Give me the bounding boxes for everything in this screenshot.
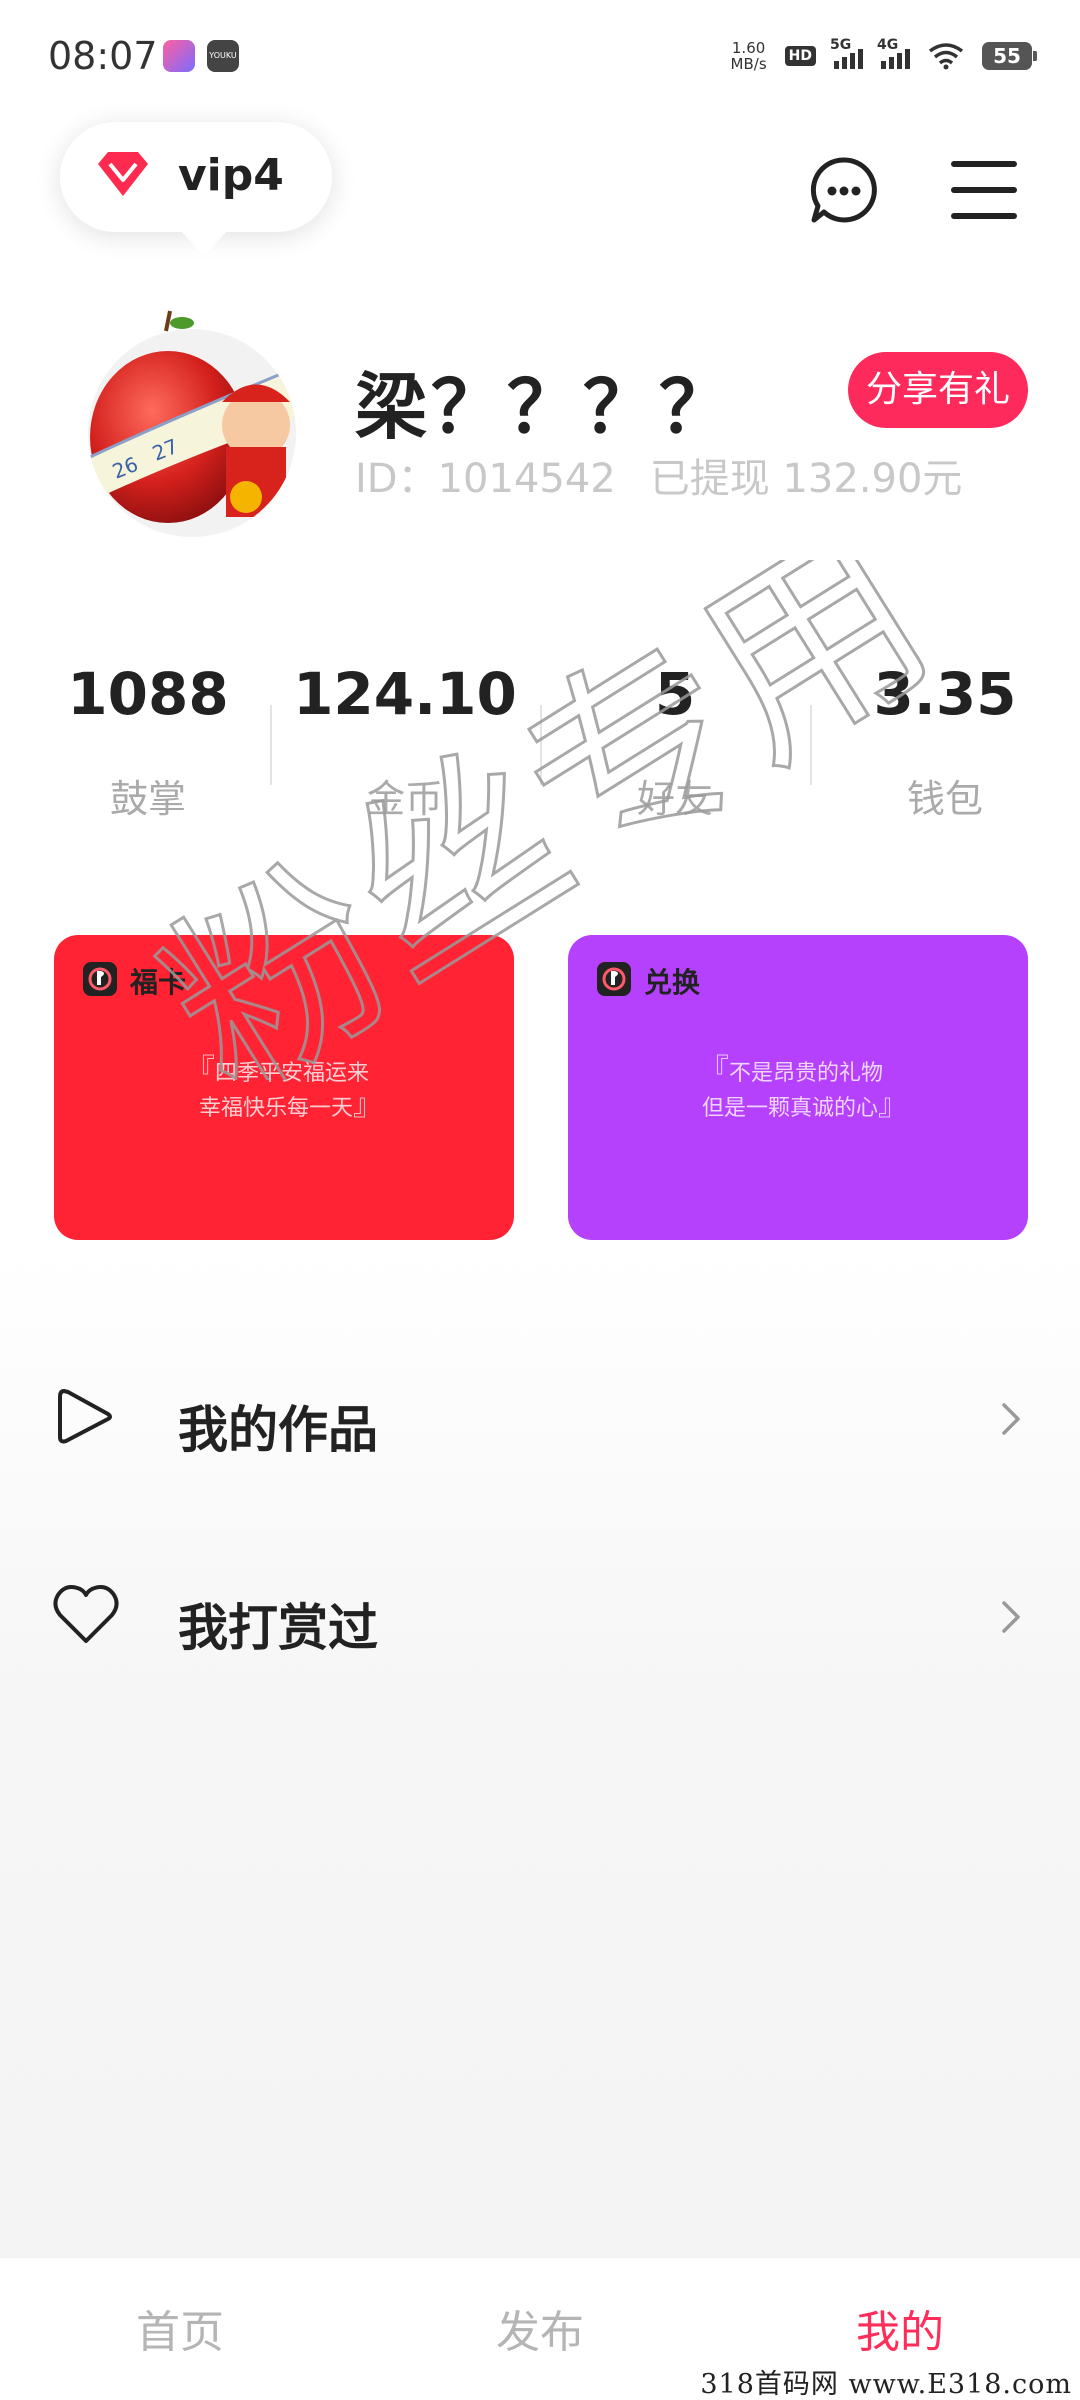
chevron-right-icon xyxy=(1002,1601,1020,1633)
stat-value: 3.35 xyxy=(873,660,1017,728)
message-icon[interactable] xyxy=(808,154,880,226)
app-logo-icon xyxy=(83,962,117,996)
battery-icon: 55 xyxy=(982,42,1037,70)
play-icon xyxy=(58,1389,112,1444)
heart-icon xyxy=(53,1585,119,1643)
youku-notification-icon: YOUKU xyxy=(207,40,239,72)
status-bar: 08:07 YOUKU 1.60 MB/s HD 5G 4G 55 xyxy=(0,0,1080,110)
stat-friends[interactable]: 5 好友 xyxy=(540,660,810,823)
card-title: 福卡 xyxy=(130,966,187,999)
stat-applause[interactable]: 1088 鼓掌 xyxy=(13,660,283,823)
app-notification-icon xyxy=(163,40,195,72)
vip-level-label: vip4 xyxy=(178,150,284,201)
signal-4g-icon: 4G xyxy=(877,37,910,69)
menu-label: 我打赏过 xyxy=(178,1599,378,1657)
user-id: ID：1014542 xyxy=(355,456,616,502)
avatar[interactable]: 26 27 xyxy=(86,307,298,539)
card-quote: 『不是昂贵的礼物 但是一颗真诚的心』 xyxy=(698,1053,908,1123)
user-meta: ID：1014542 已提现 132.90元 xyxy=(355,446,962,504)
card-title: 兑换 xyxy=(644,966,701,999)
stat-label: 鼓掌 xyxy=(109,777,186,821)
stat-value: 1088 xyxy=(67,660,229,728)
stat-label: 钱包 xyxy=(906,777,983,821)
stat-value: 5 xyxy=(654,660,696,728)
tab-mine[interactable]: 我的 xyxy=(780,2296,1020,2360)
menu-label: 我的作品 xyxy=(178,1401,378,1459)
diamond-icon xyxy=(98,152,148,196)
app-logo-icon xyxy=(597,962,631,996)
stat-value: 124.10 xyxy=(293,660,517,728)
chevron-right-icon xyxy=(1002,1403,1020,1435)
lucky-card[interactable]: 福卡 『四季平安福运来 幸福快乐每一天』 xyxy=(54,935,514,1240)
withdrawn-amount: 已提现 132.90元 xyxy=(649,456,963,502)
wifi-icon xyxy=(928,43,964,70)
exchange-card[interactable]: 兑换 『不是昂贵的礼物 但是一颗真诚的心』 xyxy=(568,935,1028,1240)
tab-home[interactable]: 首页 xyxy=(60,2296,300,2360)
stat-coins[interactable]: 124.10 金币 xyxy=(270,660,540,823)
tab-publish[interactable]: 发布 xyxy=(420,2296,660,2360)
card-quote: 『四季平安福运来 幸福快乐每一天』 xyxy=(184,1053,383,1123)
footer-watermark: 318首码网 www.E318.com xyxy=(700,2369,1072,2400)
network-speed: 1.60 MB/s xyxy=(730,39,767,73)
hd-icon: HD xyxy=(784,46,816,66)
menu-icon[interactable] xyxy=(948,154,1020,226)
stat-label: 金币 xyxy=(366,777,443,821)
username: 梁？？？？ xyxy=(355,365,736,449)
share-gift-button[interactable]: 分享有礼 xyxy=(848,352,1028,428)
stats-row: 1088 鼓掌 124.10 金币 5 好友 3.35 钱包 xyxy=(0,660,1080,830)
menu-rewarded[interactable]: 我打赏过 xyxy=(0,1543,1080,1693)
stat-label: 好友 xyxy=(636,777,713,821)
status-time: 08:07 xyxy=(48,34,158,78)
vip-badge[interactable]: vip4 xyxy=(60,122,332,256)
signal-5g-icon: 5G xyxy=(830,37,863,69)
stat-wallet[interactable]: 3.35 钱包 xyxy=(810,660,1080,823)
menu-my-works[interactable]: 我的作品 xyxy=(0,1345,1080,1495)
status-indicators: 1.60 MB/s HD 5G 4G 55 xyxy=(730,36,1037,76)
